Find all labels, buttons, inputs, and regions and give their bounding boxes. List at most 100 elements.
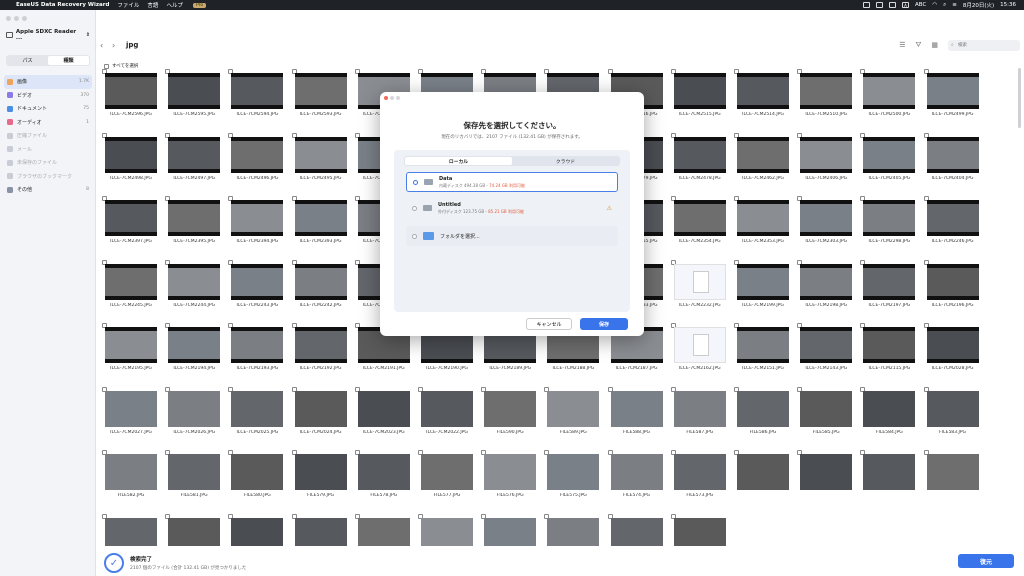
file-tile[interactable]: ILCE-7CM2194.JPG (163, 322, 223, 380)
filter-icon[interactable]: ⛛ (915, 41, 921, 50)
input-mode-icon[interactable]: A (902, 2, 910, 8)
file-tile[interactable]: ILCE-7CM2478.JPG (669, 132, 729, 190)
device-selector[interactable]: Apple SDXC Reader ... ⇕ (6, 29, 90, 41)
recover-button[interactable]: 復元 (958, 554, 1014, 568)
file-tile[interactable] (100, 513, 160, 546)
file-tile[interactable]: FILE575.JPG (542, 449, 602, 507)
file-tile[interactable] (606, 513, 666, 546)
file-tile[interactable]: ILCE-7CM2395.JPG (163, 195, 223, 253)
destination-data[interactable]: Data 内蔵ディスク 494.38 GB - 74.24 GB 利用可能 (406, 172, 618, 192)
file-tile[interactable]: ILCE-7CM2022.JPG (416, 386, 476, 444)
file-tile[interactable]: ILCE-7CM2193.JPG (226, 322, 286, 380)
file-tile[interactable]: ILCE-7CM2462.JPG (732, 132, 792, 190)
file-tile[interactable]: ILCE-7CM2151.JPG (732, 322, 792, 380)
file-tile[interactable]: ILCE-7CM2499.JPG (922, 68, 982, 126)
dialog-close-button[interactable] (384, 96, 388, 100)
search-input[interactable] (948, 39, 1020, 51)
save-button[interactable]: 保存 (580, 318, 628, 330)
tray-volume-icon[interactable] (889, 2, 897, 8)
close-window-button[interactable] (6, 16, 11, 21)
file-tile[interactable]: ILCE-7CM2510.JPG (795, 68, 855, 126)
grid-scrollbar[interactable] (1018, 68, 1021, 128)
radio-data[interactable] (413, 179, 418, 185)
back-icon[interactable]: ‹ (100, 41, 106, 50)
file-tile[interactable] (669, 513, 729, 546)
menu-file[interactable]: ファイル (117, 1, 139, 9)
file-tile[interactable]: ILCE-7CM2245.JPG (100, 259, 160, 317)
file-tile[interactable]: ILCE-7CM2196.JPG (922, 259, 982, 317)
file-tile[interactable]: ILCE-7CM2025.JPG (226, 386, 286, 444)
file-tile[interactable]: ILCE-7CM2303.JPG (795, 195, 855, 253)
file-tile[interactable]: ILCE-7CM2353.JPG (732, 195, 792, 253)
file-tile[interactable]: ILCE-7CM2162.JPG (669, 322, 729, 380)
file-tile[interactable]: ILCE-7CM2026.JPG (163, 386, 223, 444)
sidebar-item-7[interactable]: ブラウザのブックマーク (4, 170, 92, 184)
file-tile[interactable]: ILCE-7CM2495.JPG (290, 132, 350, 190)
file-tile[interactable]: FILE589.JPG (542, 386, 602, 444)
pro-badge[interactable]: Pro (192, 2, 207, 8)
menu-language[interactable]: 言語 (147, 1, 158, 9)
search-menu-icon[interactable]: ⌕ (943, 2, 946, 9)
minimize-window-button[interactable] (14, 16, 19, 21)
file-tile[interactable]: ILCE-7CM2242.JPG (290, 259, 350, 317)
file-tile[interactable]: ILCE-7CM2393.JPG (290, 195, 350, 253)
file-tile[interactable]: ILCE-7CM2115.JPG (858, 322, 918, 380)
grid-view-icon[interactable]: ▦ (931, 41, 938, 49)
file-tile[interactable]: FILE582.JPG (100, 449, 160, 507)
file-tile[interactable] (858, 449, 918, 507)
file-tile[interactable]: ILCE-7CM2500.JPG (858, 68, 918, 126)
file-tile[interactable] (290, 513, 350, 546)
sidebar-item-3[interactable]: オーディオ 1 (4, 116, 92, 130)
file-tile[interactable] (795, 449, 855, 507)
file-tile[interactable] (542, 513, 602, 546)
time-label[interactable]: 15:36 (1000, 2, 1016, 8)
file-tile[interactable]: ILCE-7CM2232.JPG (669, 259, 729, 317)
file-tile[interactable]: FILE577.JPG (416, 449, 476, 507)
sidebar-item-5[interactable]: メール (4, 143, 92, 157)
file-tile[interactable]: ILCE-7CM2244.JPG (163, 259, 223, 317)
file-tile[interactable]: ILCE-7CM2405.JPG (858, 132, 918, 190)
file-tile[interactable]: FILE584.JPG (858, 386, 918, 444)
file-tile[interactable]: FILE587.JPG (669, 386, 729, 444)
sidebar-item-6[interactable]: 未保存のファイル (4, 156, 92, 170)
tray-bluetooth-icon[interactable] (876, 2, 884, 8)
file-tile[interactable] (416, 513, 476, 546)
file-tile[interactable]: ILCE-7CM2595.JPG (163, 68, 223, 126)
file-tile[interactable]: FILE580.JPG (226, 449, 286, 507)
choose-folder-row[interactable]: フォルダを選択... (406, 226, 618, 246)
sidebar-item-4[interactable]: 圧縮ファイル (4, 129, 92, 143)
wifi-icon[interactable]: ◠ (932, 2, 937, 8)
input-mode-label[interactable]: ABC (915, 2, 926, 8)
file-tile[interactable]: FILE588.JPG (606, 386, 666, 444)
file-tile[interactable]: FILE585.JPG (795, 386, 855, 444)
zoom-window-button[interactable] (22, 16, 27, 21)
file-tile[interactable]: ILCE-7CM2406.JPG (795, 132, 855, 190)
file-tile[interactable]: ILCE-7CM2023.JPG (353, 386, 413, 444)
file-tile[interactable]: ILCE-7CM2192.JPG (290, 322, 350, 380)
file-tile[interactable]: ILCE-7CM2394.JPG (226, 195, 286, 253)
file-tile[interactable]: ILCE-7CM2243.JPG (226, 259, 286, 317)
sidebar-item-2[interactable]: ドキュメント 75 (4, 102, 92, 116)
forward-icon[interactable]: › (112, 41, 118, 50)
file-tile[interactable]: ILCE-7CM2195.JPG (100, 322, 160, 380)
file-tile[interactable]: ILCE-7CM2197.JPG (858, 259, 918, 317)
control-center-icon[interactable]: ≡ (952, 2, 957, 8)
date-label[interactable]: 8月20日(火) (963, 1, 994, 9)
file-tile[interactable] (353, 513, 413, 546)
radio-folder[interactable] (412, 233, 417, 239)
file-tile[interactable]: ILCE-7CM2404.JPG (922, 132, 982, 190)
file-tile[interactable]: FILE579.JPG (290, 449, 350, 507)
file-tile[interactable]: FILE576.JPG (479, 449, 539, 507)
file-tile[interactable]: ILCE-7CM2497.JPG (163, 132, 223, 190)
sidebar-item-0[interactable]: 画像 1.7K (4, 75, 92, 89)
tab-cloud[interactable]: クラウド (512, 157, 619, 165)
file-tile[interactable] (922, 449, 982, 507)
file-tile[interactable]: FILE574.JPG (606, 449, 666, 507)
file-tile[interactable]: ILCE-7CM2246.JPG (922, 195, 982, 253)
file-tile[interactable]: FILE581.JPG (163, 449, 223, 507)
file-tile[interactable]: ILCE-7CM2397.JPG (100, 195, 160, 253)
file-tile[interactable]: ILCE-7CM2198.JPG (795, 259, 855, 317)
file-tile[interactable] (732, 449, 792, 507)
file-tile[interactable]: ILCE-7CM2354.JPG (669, 195, 729, 253)
file-tile[interactable]: ILCE-7CM2027.JPG (100, 386, 160, 444)
